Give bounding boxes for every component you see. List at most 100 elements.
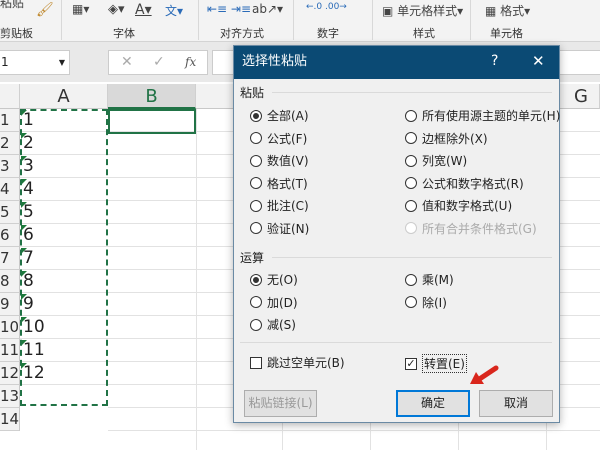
ribbon: 粘贴 🖌 ▦▾ ◈▾ A▾ 文▾ ⇤≡ ⇥≡ ab↗▾ ←.0 .00→ ▣ 单… — [0, 0, 600, 42]
option-label: 公式(F) — [267, 131, 308, 146]
row-header[interactable]: 3 — [0, 155, 20, 178]
row-header[interactable]: 11 — [0, 339, 20, 362]
font-color-icon[interactable]: A▾ — [135, 2, 152, 18]
radio-button[interactable] — [250, 199, 262, 212]
insert-function-icon[interactable]: fx — [185, 51, 196, 74]
radio-button[interactable] — [405, 109, 417, 122]
radio-option[interactable]: 除(I) — [405, 294, 447, 311]
decimal-icons[interactable]: ←.0 .00→ — [306, 2, 347, 12]
option-label: 边框除外(X) — [422, 131, 488, 146]
cell-styles-button[interactable]: ▣ 单元格样式▾ — [382, 2, 463, 19]
radio-button[interactable] — [405, 222, 417, 234]
radio-option[interactable]: 无(O) — [250, 271, 298, 288]
paste-link-button[interactable]: 粘贴链接(L) — [244, 390, 317, 417]
radio-button[interactable] — [405, 273, 417, 286]
radio-option[interactable]: 所有合并条件格式(G) — [405, 220, 537, 237]
transpose-checkbox[interactable]: ✓ 转置(E) — [405, 354, 467, 373]
ok-button[interactable]: 确定 — [396, 390, 470, 417]
format-label: 格式 — [500, 4, 525, 18]
row-header[interactable]: 12 — [0, 362, 20, 385]
radio-option[interactable]: 验证(N) — [250, 220, 309, 237]
radio-option[interactable]: 数值(V) — [250, 152, 309, 169]
option-label: 除(I) — [422, 295, 447, 310]
indent-icons[interactable]: ⇤≡ ⇥≡ — [207, 2, 251, 16]
row-header[interactable]: 4 — [0, 178, 20, 201]
option-label: 全部(A) — [267, 109, 309, 123]
radio-button[interactable] — [250, 222, 262, 234]
radio-option[interactable]: 加(D) — [250, 294, 298, 311]
red-arrow-annotation — [470, 365, 499, 384]
dialog-title-bar[interactable]: 选择性粘贴 ? ✕ — [234, 46, 559, 79]
radio-button[interactable] — [405, 154, 417, 167]
radio-option[interactable]: 所有使用源主题的单元(H) — [405, 107, 560, 124]
orientation-icon[interactable]: ab↗▾ — [252, 2, 283, 16]
fill-color-icon[interactable]: ◈▾ — [108, 2, 125, 17]
option-label: 批注(C) — [267, 199, 309, 213]
operation-section-label: 运算 — [240, 251, 265, 265]
cancel-button[interactable]: 取消 — [479, 390, 553, 417]
enter-icon[interactable]: ✓ — [153, 51, 165, 74]
radio-button[interactable] — [405, 199, 417, 212]
radio-button[interactable] — [405, 132, 417, 144]
row-header[interactable]: 9 — [0, 293, 20, 316]
row-header[interactable]: 10 — [0, 316, 20, 339]
name-box-value: 1 — [1, 55, 9, 69]
radio-button[interactable] — [250, 177, 262, 189]
radio-button[interactable] — [250, 318, 262, 331]
radio-button[interactable] — [405, 177, 417, 189]
radio-option[interactable]: 公式和数字格式(R) — [405, 175, 524, 192]
format-painter-icon[interactable]: 🖌 — [36, 2, 54, 18]
row-header[interactable]: 14 — [0, 408, 20, 431]
checkbox-box[interactable] — [250, 356, 262, 369]
cancel-icon[interactable]: ✕ — [121, 51, 133, 74]
phonetic-icon[interactable]: 文▾ — [165, 2, 183, 19]
radio-option[interactable]: 边框除外(X) — [405, 130, 488, 147]
skip-blanks-checkbox[interactable]: 跳过空单元(B) — [250, 354, 345, 371]
paste-section-label: 粘贴 — [240, 86, 265, 100]
radio-button[interactable] — [250, 132, 262, 144]
option-label: 无(O) — [267, 273, 298, 287]
radio-option[interactable]: 乘(M) — [405, 271, 454, 288]
radio-button[interactable] — [250, 273, 262, 286]
help-button[interactable]: ? — [491, 46, 498, 77]
row-header[interactable]: 8 — [0, 270, 20, 293]
row-header[interactable]: 2 — [0, 132, 20, 155]
radio-button[interactable] — [250, 296, 262, 308]
checkbox-checked[interactable]: ✓ — [405, 357, 417, 370]
group-clipboard: 剪贴板 — [0, 27, 33, 40]
option-label: 格式(T) — [267, 176, 308, 191]
row-header[interactable]: 5 — [0, 201, 20, 224]
close-button[interactable]: ✕ — [532, 46, 545, 77]
radio-button[interactable] — [250, 109, 262, 122]
format-button[interactable]: ▦ 格式▾ — [485, 2, 530, 19]
group-styles: 样式 — [413, 27, 435, 40]
option-label: 数值(V) — [267, 154, 309, 168]
column-header-a[interactable]: A — [20, 84, 108, 109]
radio-button[interactable] — [250, 154, 262, 167]
paste-label[interactable]: 粘贴 — [0, 0, 24, 11]
radio-option[interactable]: 值和数字格式(U) — [405, 197, 512, 214]
option-label: 减(S) — [267, 318, 296, 332]
option-label: 验证(N) — [267, 221, 310, 236]
cell-styles-label: 单元格样式 — [397, 4, 458, 18]
option-label: 所有合并条件格式(G) — [422, 221, 537, 236]
column-header-b[interactable]: B — [108, 84, 196, 109]
row-header[interactable]: 1 — [0, 109, 20, 132]
select-all[interactable] — [0, 84, 20, 109]
radio-option[interactable]: 全部(A) — [250, 107, 309, 124]
radio-option[interactable]: 格式(T) — [250, 175, 308, 192]
selected-cell-b1[interactable] — [108, 109, 196, 134]
radio-option[interactable]: 批注(C) — [250, 197, 309, 214]
borders-icon[interactable]: ▦▾ — [72, 2, 89, 16]
radio-button[interactable] — [405, 296, 417, 308]
radio-option[interactable]: 公式(F) — [250, 130, 307, 147]
option-label: 乘(M) — [422, 273, 454, 287]
row-header[interactable]: 6 — [0, 224, 20, 247]
column-header-g[interactable]: G — [562, 84, 600, 109]
radio-option[interactable]: 减(S) — [250, 316, 296, 333]
radio-option[interactable]: 列宽(W) — [405, 152, 467, 169]
option-label: 加(D) — [267, 295, 298, 310]
row-header[interactable]: 13 — [0, 385, 20, 408]
name-box[interactable]: 1 ▼ — [0, 50, 70, 75]
row-header[interactable]: 7 — [0, 247, 20, 270]
